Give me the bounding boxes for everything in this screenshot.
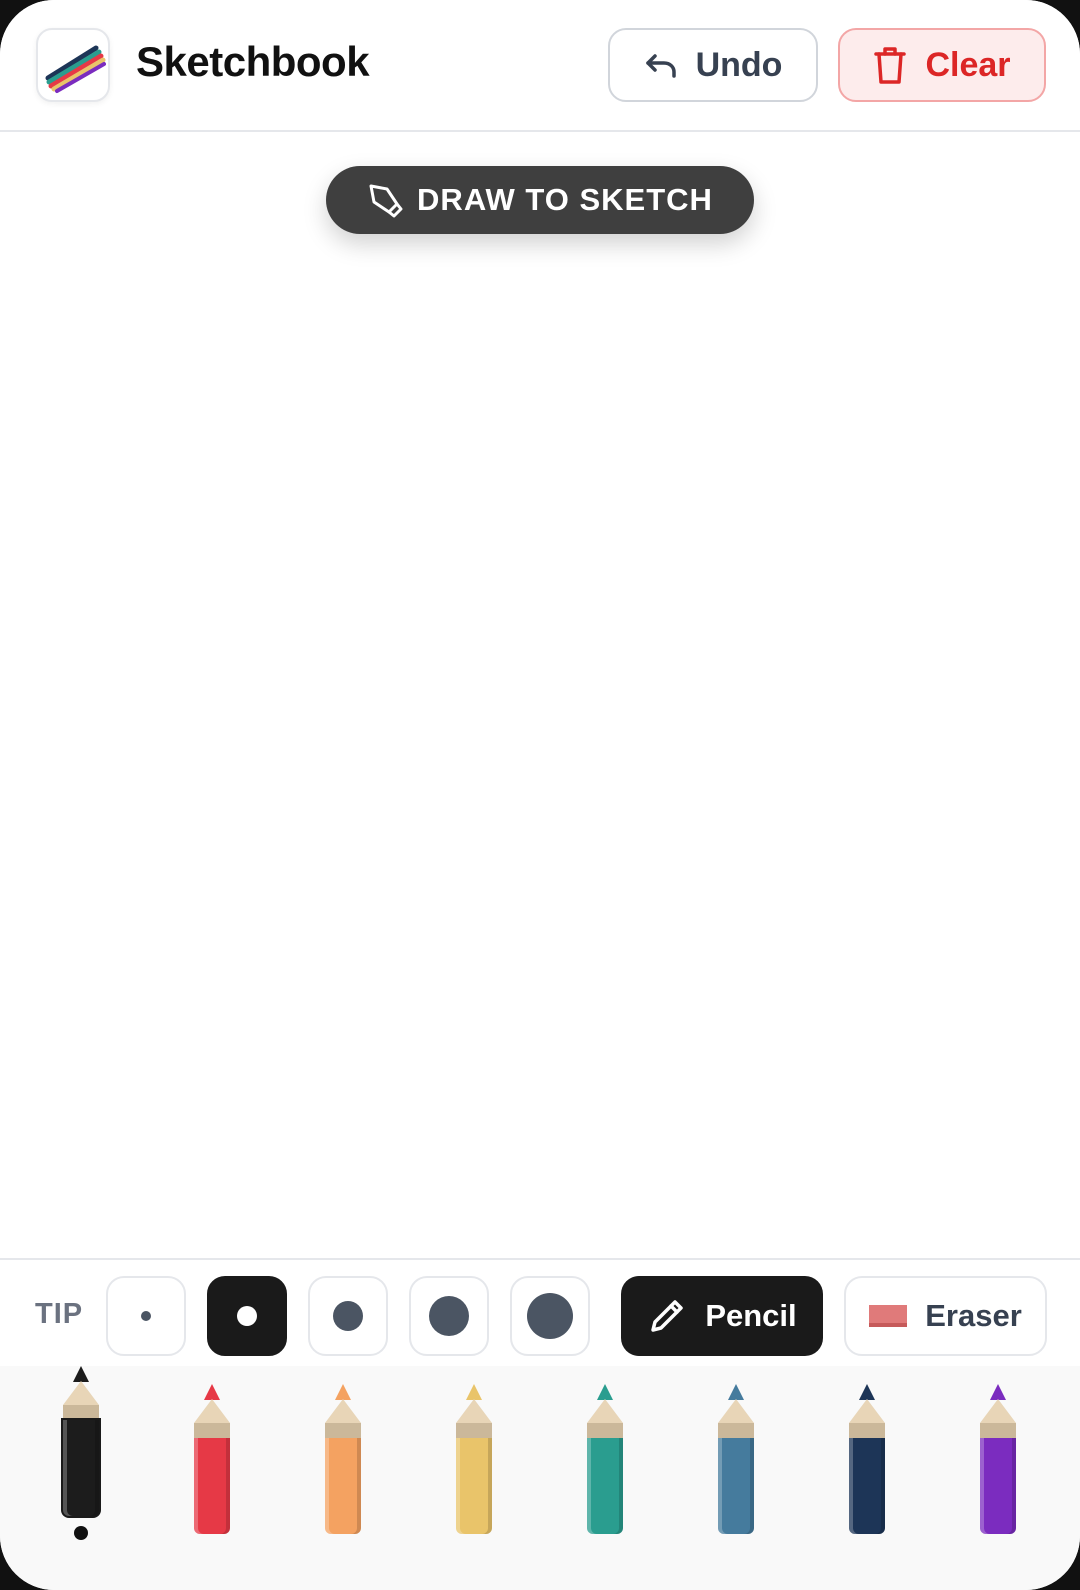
tip-dot (333, 1301, 363, 1331)
undo-button[interactable]: Undo (608, 28, 818, 102)
trash-icon (873, 45, 907, 85)
pencil-tool-button[interactable]: Pencil (621, 1276, 823, 1356)
clear-label: Clear (925, 45, 1011, 84)
app-header: Sketchbook Undo Clear (0, 0, 1080, 132)
selected-color-indicator (74, 1526, 88, 1540)
tip-size-xl-button[interactable] (510, 1276, 590, 1356)
eraser-icon (869, 1305, 908, 1327)
tip-dot (237, 1306, 257, 1326)
tip-label: TIP (35, 1298, 84, 1330)
drawing-canvas[interactable] (0, 132, 1080, 1258)
tip-dot (141, 1311, 151, 1321)
undo-arrow-icon (644, 50, 678, 80)
pen-nib-icon (367, 182, 403, 218)
tip-size-md-button[interactable] (308, 1276, 388, 1356)
hint-label: DRAW TO SKETCH (417, 182, 713, 217)
clear-button[interactable]: Clear (838, 28, 1046, 102)
tip-size-xs-button[interactable] (106, 1276, 186, 1356)
tip-size-sm-button[interactable] (207, 1276, 287, 1356)
tool-bar: TIP Pencil Eraser (0, 1258, 1080, 1368)
pencil-icon (647, 1296, 687, 1336)
undo-label: Undo (695, 45, 783, 84)
color-palette (0, 1366, 1080, 1590)
tip-dot (527, 1293, 573, 1339)
app-title: Sketchbook (136, 38, 370, 85)
pencil-label: Pencil (705, 1298, 797, 1333)
eraser-tool-button[interactable]: Eraser (844, 1276, 1047, 1356)
tip-size-lg-button[interactable] (409, 1276, 489, 1356)
tip-dot (429, 1296, 469, 1336)
colored-pencils-icon (36, 28, 110, 102)
app-window: Sketchbook Undo Clear DRAW TO SKETCH TIP… (0, 0, 1080, 1590)
draw-hint-badge: DRAW TO SKETCH (326, 166, 754, 234)
eraser-label: Eraser (925, 1298, 1022, 1333)
